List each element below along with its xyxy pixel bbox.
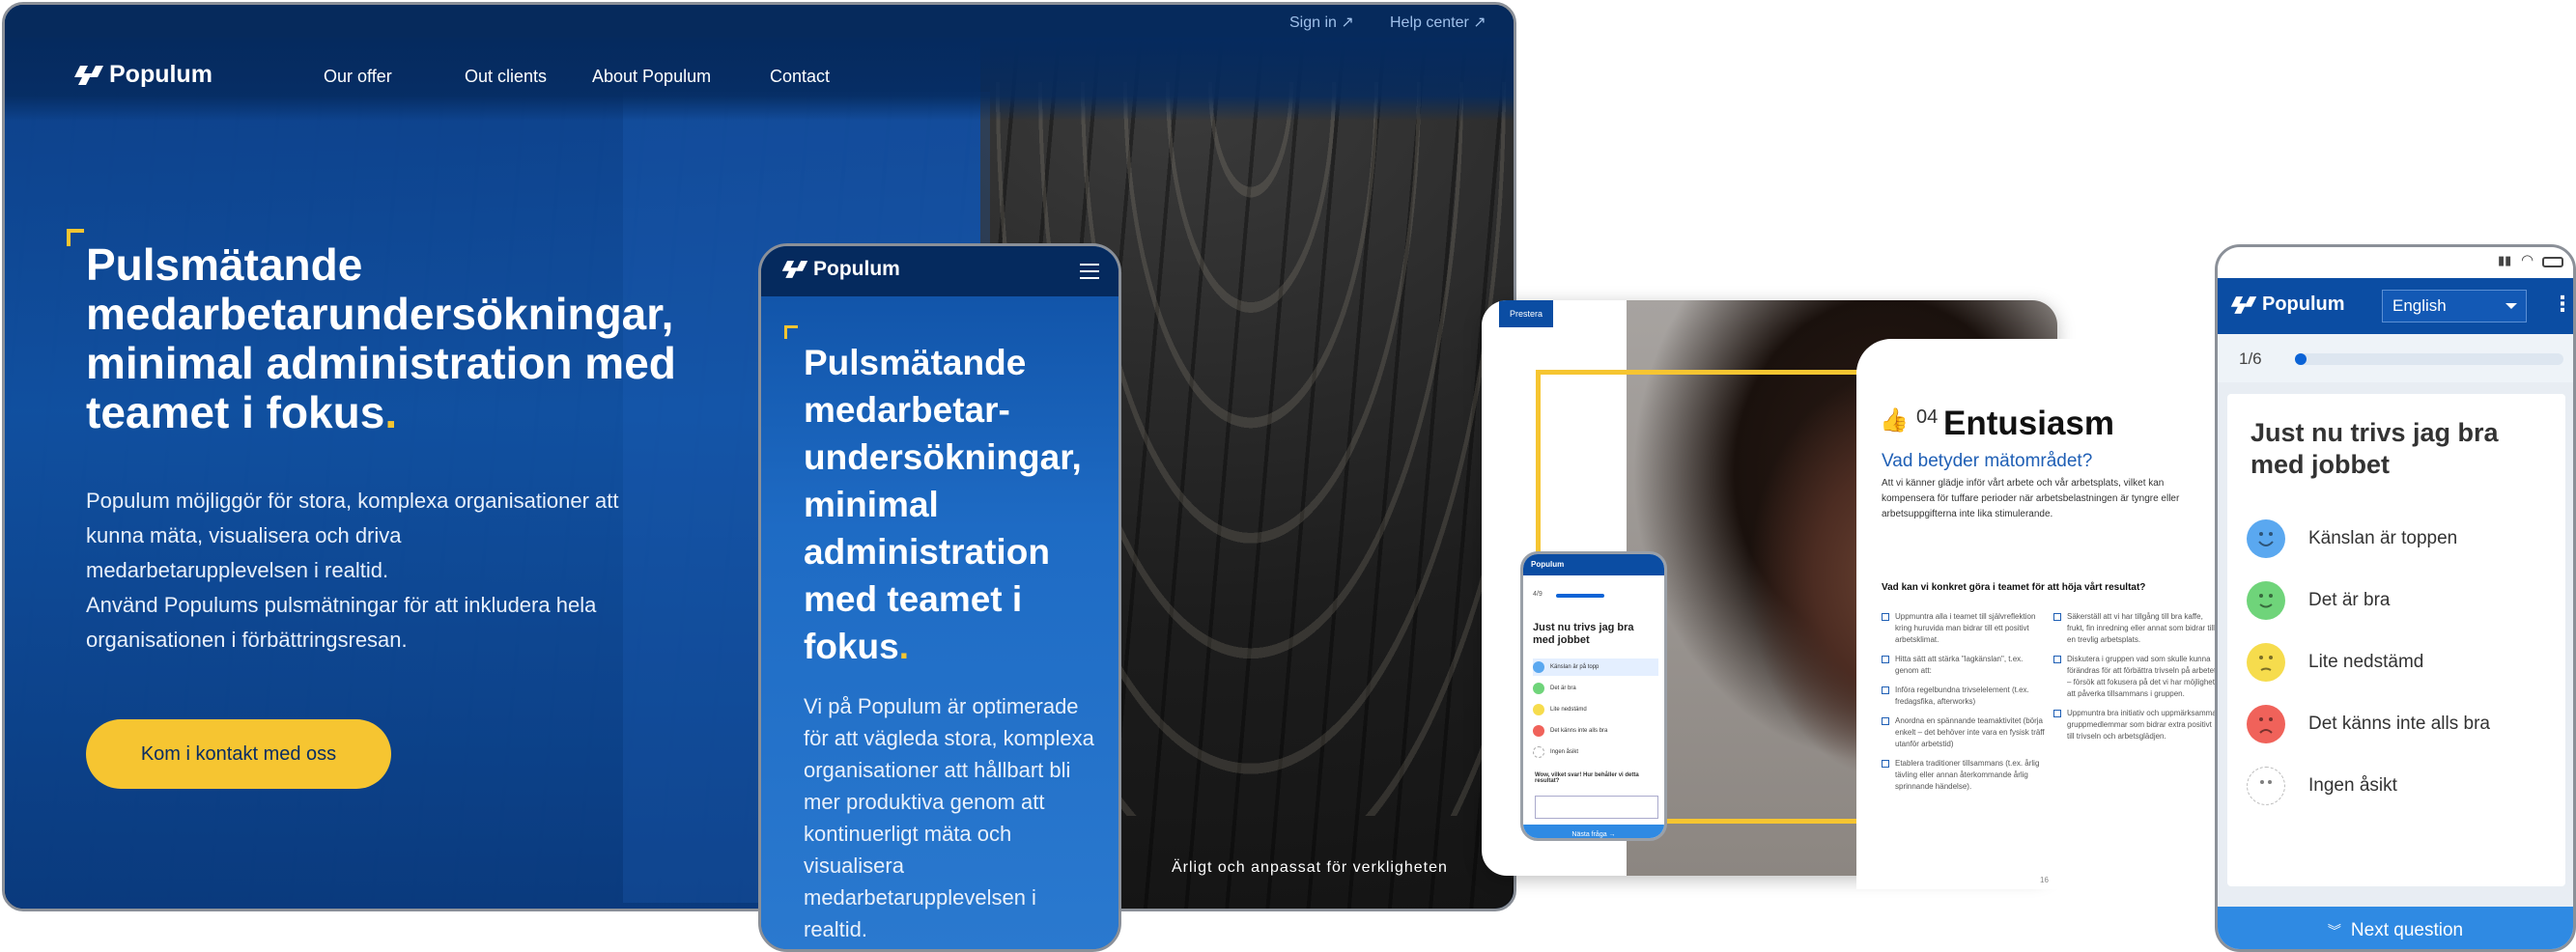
page-number: 16 <box>2040 876 2049 884</box>
hamburger-menu-icon[interactable] <box>1080 264 1099 279</box>
nav-contact[interactable]: Contact <box>770 67 830 87</box>
neutral-face-icon <box>2247 767 2285 805</box>
nav-about[interactable]: About Populum <box>592 67 711 87</box>
answer-option-great[interactable]: Känslan är toppen <box>2247 518 2556 560</box>
section-subtitle: Vad betyder mätområdet? <box>1882 451 2093 471</box>
answer-label: Ingen åsikt <box>2308 775 2397 796</box>
list-item: Diskutera i gruppen vad som skulle kunna… <box>2053 654 2218 700</box>
populum-logo-icon <box>2230 295 2257 314</box>
section-body: Att vi känner glädje inför vårt arbete o… <box>1882 478 2180 519</box>
very-sad-face-icon <box>2247 705 2285 743</box>
mini-question: Just nu trivs jag bra med jobbet <box>1533 622 1634 646</box>
progress-fill <box>2295 353 2307 365</box>
more-vertical-icon[interactable]: ⋮ <box>2552 292 2573 317</box>
brand-name: Populum <box>109 61 212 88</box>
hero-headline: Pulsmätande medarbetarundersökningar, mi… <box>86 239 676 437</box>
happy-face-icon <box>2247 581 2285 620</box>
tablet-paragraph: Vi på Populum är optimerade för att vägl… <box>804 694 1094 941</box>
headline-corner-accent <box>67 229 84 246</box>
photo-caption: Ärligt och anpassat för verkligheten <box>1172 859 1448 876</box>
answer-option-low[interactable]: Lite nedstämd <box>2247 641 2556 684</box>
mini-option: Det känns inte alls bra <box>1533 722 1658 740</box>
populum-logo-icon <box>781 261 808 278</box>
section-title: Entusiasm <box>1943 405 2114 442</box>
headline-corner-accent <box>784 325 798 339</box>
answer-label: Det är bra <box>2308 590 2391 610</box>
status-bar <box>2218 247 2573 278</box>
list-item: Införa regelbundna trivselelement (t.ex.… <box>1882 685 2046 708</box>
mini-progress: 4/9 <box>1533 591 1543 598</box>
list-item: Anordna en spännande teamaktivitet (börj… <box>1882 715 2046 750</box>
chevrons-down-icon: ︾ <box>2327 923 2341 938</box>
brochure-label: Prestera <box>1499 300 1553 327</box>
mini-phone-survey: Populum 4/9 Just nu trivs jag bra med jo… <box>1520 551 1667 841</box>
answer-label: Lite nedstämd <box>2308 652 2424 672</box>
sad-face-icon <box>2247 643 2285 682</box>
populum-logo[interactable]: Populum <box>2229 294 2345 316</box>
actions-list-right: Säkerställ att vi har tillgång till bra … <box>2053 611 2218 750</box>
phone-mockup: ▮▮ ◠ Populum English ⋮ 1/6 Just nu trivs… <box>2215 244 2576 952</box>
section-number: 04 <box>1916 406 1939 428</box>
tablet-mockup: Populum Pulsmätande medarbetar-undersökn… <box>758 243 1121 952</box>
list-item: Hitta sätt att stärka "lagkänslan", t.ex… <box>1882 654 2046 677</box>
progress-track <box>2295 353 2563 365</box>
list-item: Uppmuntra bra initiativ och uppmärksamma… <box>2053 708 2218 742</box>
wifi-icon: ◠ <box>2521 252 2534 268</box>
answer-option-no-opinion[interactable]: Ingen åsikt <box>2247 765 2556 807</box>
battery-icon <box>2542 257 2563 267</box>
mini-option: Ingen åsikt <box>1533 743 1658 761</box>
list-item: Etablera traditioner tillsammans (t.ex. … <box>1882 758 2046 793</box>
answer-option-good[interactable]: Det är bra <box>2247 579 2556 622</box>
nav-our-clients[interactable]: Out clients <box>465 67 547 87</box>
hero-paragraph: Populum möjliggör för stora, komplexa or… <box>86 489 619 652</box>
tablet-headline: Pulsmätande medarbetar-undersökningar, m… <box>804 343 1082 666</box>
mini-textarea <box>1535 796 1658 819</box>
mini-brand: Populum <box>1531 560 1565 569</box>
progress-text: 1/6 <box>2239 350 2262 368</box>
help-center-link[interactable]: Help center ↗ <box>1390 13 1486 32</box>
mini-followup: Wow, vilket svar! Hur behåller vi detta … <box>1535 772 1639 784</box>
brand-name: Populum <box>813 258 900 280</box>
brand-name: Populum <box>2262 294 2345 315</box>
answer-label: Känslan är toppen <box>2308 528 2458 548</box>
mini-progress-bar <box>1556 594 1604 598</box>
mini-option: Lite nedstämd <box>1533 701 1658 718</box>
survey-question: Just nu trivs jag bra med jobbet <box>2250 418 2499 479</box>
populum-logo-icon <box>74 65 103 85</box>
chevron-down-icon <box>2505 303 2517 309</box>
populum-logo[interactable]: Populum <box>780 258 900 281</box>
mini-next-button: Nästa fråga → <box>1523 825 1664 838</box>
answer-label: Det känns inte alls bra <box>2308 714 2490 734</box>
main-navbar <box>5 38 1514 121</box>
mini-option: Det är bra <box>1533 680 1658 697</box>
contact-cta-button[interactable]: Kom i kontakt med oss <box>86 719 391 789</box>
next-question-button[interactable]: ︾ Next question <box>2218 907 2573 949</box>
very-happy-face-icon <box>2247 519 2285 558</box>
list-item: Säkerställ att vi har tillgång till bra … <box>2053 611 2218 646</box>
sign-in-link[interactable]: Sign in ↗ <box>1289 13 1354 32</box>
brochure-page: 👍 04 Entusiasm Vad betyder mätområdet? A… <box>1856 339 2235 889</box>
thumbs-up-icon: 👍 <box>1880 407 1909 434</box>
populum-logo[interactable]: Populum <box>72 61 212 89</box>
signal-icon: ▮▮ <box>2498 253 2512 267</box>
section-question: Vad kan vi konkret göra i teamet för att… <box>1882 582 2146 593</box>
top-utility-bar <box>5 5 1514 38</box>
actions-list-left: Uppmuntra alla i teamet till självreflek… <box>1882 611 2046 800</box>
list-item: Uppmuntra alla i teamet till självreflek… <box>1882 611 2046 646</box>
nav-our-offer[interactable]: Our offer <box>324 67 392 87</box>
answer-option-bad[interactable]: Det känns inte alls bra <box>2247 703 2556 745</box>
mini-option: Känslan är på topp <box>1533 658 1658 676</box>
